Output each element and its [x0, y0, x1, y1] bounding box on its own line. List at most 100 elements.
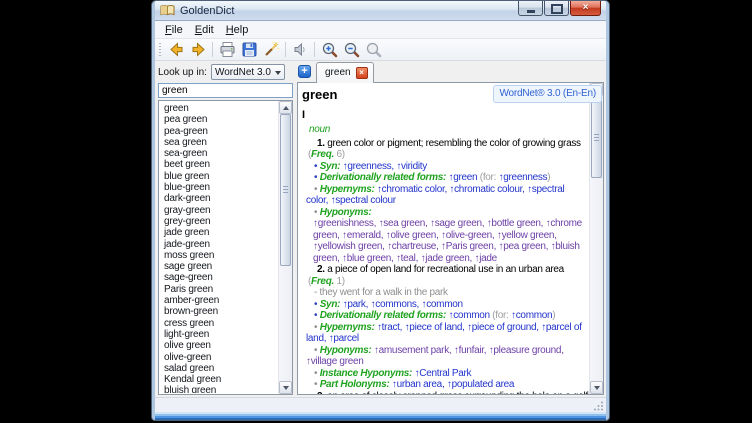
list-item[interactable]: grey-green [160, 216, 278, 227]
toolbar-grip[interactable] [159, 43, 161, 57]
article-link[interactable]: ↑sage green [430, 218, 482, 229]
article-link[interactable]: ↑common [449, 310, 490, 321]
list-item[interactable]: amber-green [160, 295, 278, 306]
article-link[interactable]: ↑olive green [386, 230, 436, 241]
article-link[interactable]: ↑parcel [329, 333, 359, 344]
list-item[interactable]: jade-green [160, 239, 278, 250]
main-area: Look up in: WordNet 3.0 greenpea greenpe… [155, 61, 606, 397]
article-link[interactable]: ↑yellow green [497, 230, 554, 241]
print-button[interactable] [216, 40, 238, 60]
list-item[interactable]: blue green [160, 171, 278, 182]
scroll-down-icon[interactable] [590, 381, 603, 394]
list-item[interactable]: sea-green [160, 148, 278, 159]
article-link[interactable]: ↑pea green [499, 241, 546, 252]
menu-file[interactable]: File [159, 23, 189, 37]
article-link[interactable]: ↑common [422, 299, 463, 310]
list-item[interactable]: Paris green [160, 284, 278, 295]
search-input[interactable] [158, 83, 293, 98]
forward-button[interactable] [187, 40, 209, 60]
add-tab-button[interactable] [298, 65, 311, 78]
article-link[interactable]: ↑yellowish green [313, 241, 382, 252]
article-link[interactable]: ↑blue green [342, 253, 391, 264]
article-link[interactable]: ↑jade green [421, 253, 470, 264]
scrollbar-thumb[interactable] [591, 98, 602, 178]
article-link[interactable]: ↑populated area [447, 379, 514, 390]
list-item[interactable]: green [160, 103, 278, 114]
article-link[interactable]: ↑funfair [454, 345, 484, 356]
zoom-in-button[interactable] [318, 40, 340, 60]
article-link[interactable]: ↑chromatic colour [449, 184, 522, 195]
article-link[interactable]: ↑piece of ground [467, 322, 536, 333]
article-link[interactable]: ↑chromatic color [377, 184, 444, 195]
list-item[interactable]: salad green [160, 363, 278, 374]
list-item[interactable]: dark-green [160, 193, 278, 204]
article-link[interactable]: ↑sea green [379, 218, 425, 229]
scroll-up-icon[interactable] [279, 101, 292, 114]
article-viewport: green I noun 1. green color or pigment; … [298, 83, 590, 394]
list-item[interactable]: sage green [160, 261, 278, 272]
list-item[interactable]: gray-green [160, 205, 278, 216]
tab-green[interactable]: green [316, 62, 374, 83]
scrollbar-thumb[interactable] [280, 114, 291, 266]
article-scrollbar[interactable] [589, 83, 603, 394]
list-item[interactable]: Kendal green [160, 374, 278, 385]
article-link[interactable]: ↑piece of land [405, 322, 463, 333]
list-item[interactable]: pea-green [160, 126, 278, 137]
article-link[interactable]: ↑tract [377, 322, 400, 333]
list-item[interactable]: olive green [160, 340, 278, 351]
list-item[interactable]: light-green [160, 329, 278, 340]
article-link[interactable]: ↑commons [371, 299, 417, 310]
article-link[interactable]: ↑greenness [343, 161, 392, 172]
article-link[interactable]: ↑park [343, 299, 366, 310]
article-link[interactable]: ↑viridity [396, 161, 427, 172]
title-bar[interactable]: GoldenDict [155, 1, 606, 21]
article-link[interactable]: ↑Central Park [415, 368, 472, 379]
article-link[interactable]: ↑urban area [392, 379, 442, 390]
window-bottom-frame[interactable] [155, 412, 606, 420]
article-link[interactable]: ↑teal [396, 253, 416, 264]
list-item[interactable]: beet green [160, 159, 278, 170]
list-item[interactable]: olive-green [160, 352, 278, 363]
list-item[interactable]: jade green [160, 227, 278, 238]
article-link[interactable]: ↑Paris green [441, 241, 494, 252]
list-item[interactable]: bluish green [160, 385, 278, 393]
maximize-button[interactable] [544, 1, 569, 16]
article-link[interactable]: ↑spectral colour [331, 195, 396, 206]
zoom-out-button[interactable] [340, 40, 362, 60]
article-link[interactable]: ↑pleasure ground [489, 345, 561, 356]
article-link[interactable]: ↑village green [306, 356, 364, 367]
resize-grip-icon[interactable] [593, 400, 604, 411]
article-link[interactable]: ↑greenness [499, 172, 548, 183]
word-list-scrollbar[interactable] [278, 101, 292, 394]
article-link[interactable]: ↑emerald [342, 230, 381, 241]
list-item[interactable]: pea green [160, 114, 278, 125]
list-item[interactable]: sage-green [160, 272, 278, 283]
menu-help[interactable]: Help [220, 23, 255, 37]
article-link[interactable]: ↑bottle green [487, 218, 541, 229]
back-button[interactable] [165, 40, 187, 60]
list-item[interactable]: brown-green [160, 306, 278, 317]
scroll-down-icon[interactable] [279, 381, 292, 394]
minimize-button[interactable] [518, 1, 543, 16]
article-link[interactable]: ↑jade [475, 253, 497, 264]
article-link[interactable]: ↑chartreuse [387, 241, 436, 252]
dictionary-select[interactable]: WordNet 3.0 [211, 64, 285, 80]
article-link[interactable]: ↑amusement park [374, 345, 449, 356]
dictionary-badge[interactable]: WordNet® 3.0 (En-En) [493, 85, 602, 103]
save-button[interactable] [238, 40, 260, 60]
menu-edit[interactable]: Edit [189, 23, 220, 37]
article-link[interactable]: ↑greenishness [313, 218, 374, 229]
tab-close-icon[interactable] [356, 67, 368, 79]
list-item[interactable]: moss green [160, 250, 278, 261]
article-link[interactable]: ↑green [449, 172, 478, 183]
close-button[interactable] [570, 1, 601, 16]
list-item[interactable]: sea green [160, 137, 278, 148]
article-link[interactable]: ↑common [511, 310, 552, 321]
article-link[interactable]: ↑olive-green [441, 230, 492, 241]
pronounce-button[interactable] [289, 40, 311, 60]
zoom-reset-button[interactable] [362, 40, 384, 60]
list-item[interactable]: cress green [160, 318, 278, 329]
wand-button[interactable] [260, 40, 282, 60]
word-list-panel: greenpea greenpea-greensea greensea-gree… [158, 100, 293, 395]
list-item[interactable]: blue-green [160, 182, 278, 193]
